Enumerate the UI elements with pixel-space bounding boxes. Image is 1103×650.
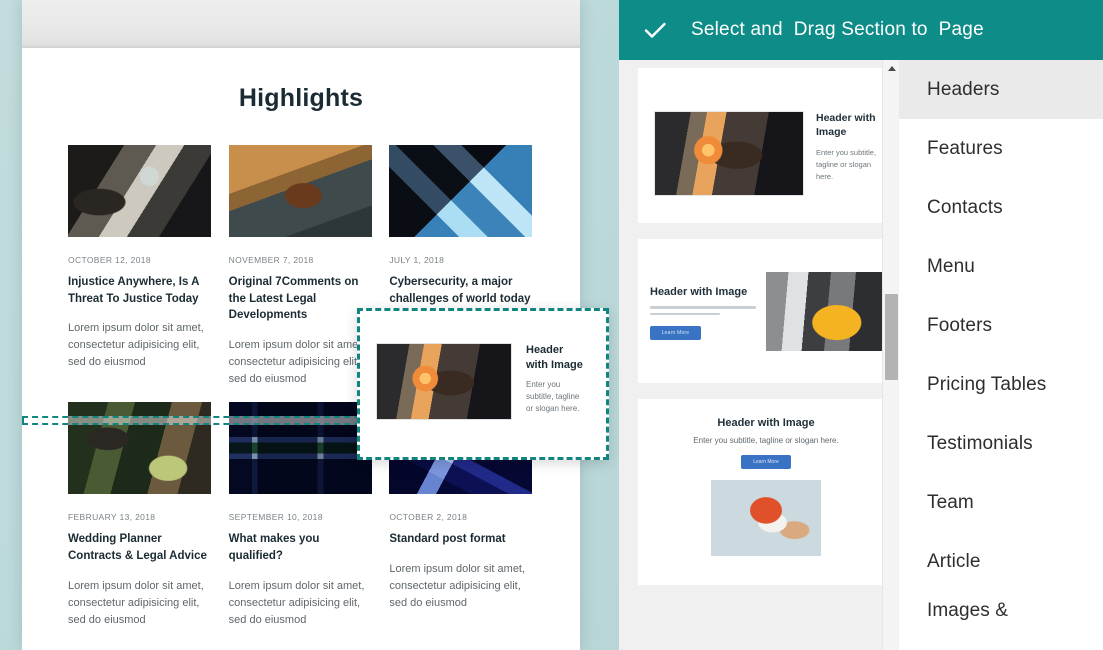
category-label: Images &: [927, 601, 1008, 621]
post-heading[interactable]: Cybersecurity, a major challenges of wor…: [389, 274, 534, 307]
post-excerpt: Lorem ipsum dolor sit amet, consectetur …: [389, 561, 534, 612]
section-thumbnail-button[interactable]: Learn More: [650, 326, 701, 340]
category-label: Footers: [927, 315, 992, 337]
preview-toolbar-bar: [22, 0, 580, 48]
section-thumbnail-image: [766, 272, 884, 351]
category-item-article[interactable]: Article: [899, 532, 1103, 591]
category-label: Pricing Tables: [927, 374, 1046, 396]
category-label: Menu: [927, 256, 975, 278]
category-label: Testimonials: [927, 433, 1033, 455]
category-label: Features: [927, 138, 1003, 160]
section-thumbnail-button[interactable]: Learn More: [741, 455, 791, 469]
post-date: JULY 1, 2018: [389, 255, 534, 265]
post-excerpt: Lorem ipsum dolor sit amet, consectetur …: [68, 320, 213, 371]
thumbnail-list-scrollbar[interactable]: [882, 60, 899, 650]
picker-header-bar: Select and Drag Section to Page: [619, 0, 1103, 60]
check-icon: [640, 15, 670, 45]
post-thumbnail-image: [389, 145, 532, 237]
section-thumbnail-heading: Header with Image: [650, 286, 756, 298]
post-date: OCTOBER 12, 2018: [68, 255, 213, 265]
category-item-testimonials[interactable]: Testimonials: [899, 414, 1103, 473]
placeholder-text-line: [650, 306, 756, 309]
page-title: Highlights: [22, 84, 580, 113]
category-item-contacts[interactable]: Contacts: [899, 178, 1103, 237]
category-item-footers[interactable]: Footers: [899, 296, 1103, 355]
section-thumbnail-image: [654, 111, 804, 196]
dragged-section-image: [376, 343, 512, 420]
section-picker-panel: Select and Drag Section to Page Header w…: [619, 0, 1103, 650]
scroll-up-button[interactable]: [883, 60, 899, 77]
category-item-features[interactable]: Features: [899, 119, 1103, 178]
category-item-images-and-video[interactable]: Images &: [899, 591, 1103, 650]
section-thumbnail-item[interactable]: Header with Image Learn More: [638, 239, 894, 383]
section-thumbnail-heading: Header with Image: [816, 111, 878, 139]
post-card[interactable]: OCTOBER 12, 2018 Injustice Anywhere, Is …: [68, 145, 213, 388]
section-thumbnail-item[interactable]: Header with Image Enter you subtitle, ta…: [638, 399, 894, 585]
dragged-section-heading: Header with Image: [526, 343, 588, 372]
category-label: Team: [927, 492, 974, 514]
placeholder-text-line: [650, 313, 720, 316]
picker-body: Header with Image Enter you subtitle, ta…: [619, 60, 1103, 650]
post-date: SEPTEMBER 10, 2018: [229, 512, 374, 522]
post-date: NOVEMBER 7, 2018: [229, 255, 374, 265]
category-label: Contacts: [927, 197, 1003, 219]
post-heading[interactable]: Injustice Anywhere, Is A Threat To Justi…: [68, 274, 213, 307]
post-date: OCTOBER 2, 2018: [389, 512, 534, 522]
section-thumbnail-image: [711, 480, 821, 556]
post-card[interactable]: NOVEMBER 7, 2018 Original 7Comments on t…: [229, 145, 374, 388]
post-thumbnail-image: [68, 145, 211, 237]
post-thumbnail-image: [229, 145, 372, 237]
dragged-section-ghost[interactable]: Header with Image Enter you subtitle, ta…: [357, 308, 609, 460]
post-heading[interactable]: What makes you qualified?: [229, 531, 374, 564]
post-card[interactable]: SEPTEMBER 10, 2018 What makes you qualif…: [229, 402, 374, 628]
dragged-section-subtitle: Enter you subtitle, tagline or slogan he…: [526, 379, 588, 415]
post-excerpt: Lorem ipsum dolor sit amet, consectetur …: [229, 578, 374, 629]
post-excerpt: Lorem ipsum dolor sit amet, consectetur …: [229, 337, 374, 388]
section-thumbnail-subtitle: Enter you subtitle, tagline or slogan he…: [816, 147, 878, 182]
triangle-up-icon: [888, 66, 896, 71]
category-label: Headers: [927, 79, 1000, 101]
post-card[interactable]: FEBRUARY 13, 2018 Wedding Planner Contra…: [68, 402, 213, 628]
scrollbar-thumb[interactable]: [885, 294, 898, 380]
post-heading[interactable]: Wedding Planner Contracts & Legal Advice: [68, 531, 213, 564]
post-heading[interactable]: Original 7Comments on the Latest Legal D…: [229, 274, 374, 324]
post-excerpt: Lorem ipsum dolor sit amet, consectetur …: [68, 578, 213, 629]
post-heading[interactable]: Standard post format: [389, 531, 534, 548]
category-item-team[interactable]: Team: [899, 473, 1103, 532]
section-thumbnail-heading: Header with Image: [638, 417, 894, 429]
section-thumbnail-list[interactable]: Header with Image Enter you subtitle, ta…: [619, 60, 899, 650]
confirm-check-button[interactable]: [619, 0, 691, 60]
picker-title: Select and Drag Section to Page: [691, 19, 984, 41]
category-item-pricing-tables[interactable]: Pricing Tables: [899, 355, 1103, 414]
section-category-list: Headers Features Contacts Menu Footers P…: [899, 60, 1103, 650]
section-thumbnail-item[interactable]: Header with Image Enter you subtitle, ta…: [638, 68, 894, 223]
section-thumbnail-subtitle: Enter you subtitle, tagline or slogan he…: [638, 436, 894, 445]
category-item-menu[interactable]: Menu: [899, 237, 1103, 296]
category-label: Article: [927, 551, 981, 573]
category-item-headers[interactable]: Headers: [899, 60, 1103, 119]
post-date: FEBRUARY 13, 2018: [68, 512, 213, 522]
